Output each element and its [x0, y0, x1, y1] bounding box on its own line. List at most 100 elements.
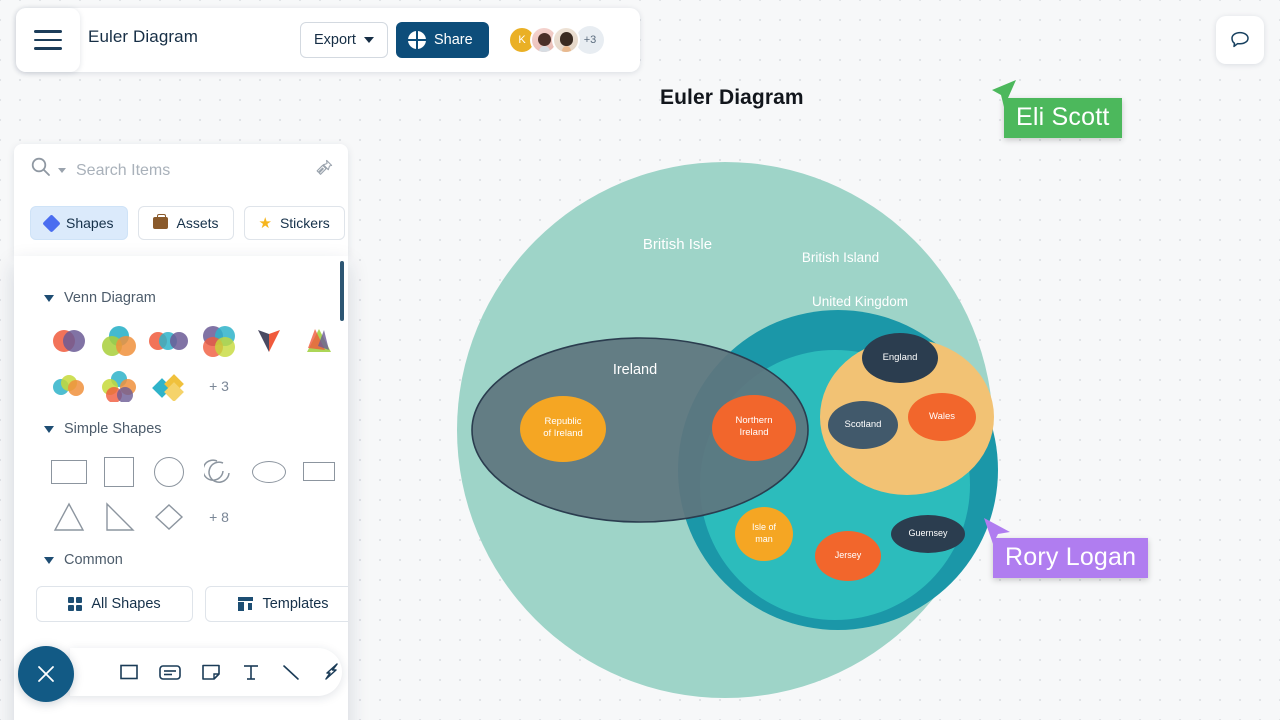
- simple-shapes-more-count[interactable]: + 8: [194, 494, 244, 539]
- search-filter-chevron-icon[interactable]: [58, 167, 66, 173]
- chevron-down-icon: [44, 294, 54, 302]
- shape-rectangle-wide[interactable]: [44, 449, 94, 494]
- cursor-pointer-eli-icon: [992, 80, 1016, 107]
- top-bar: Euler Diagram Export Share K +3: [0, 0, 640, 72]
- venn-shape-item[interactable]: [294, 318, 344, 363]
- line-tool[interactable]: [280, 659, 302, 685]
- venn-more-count[interactable]: + 3: [194, 363, 244, 408]
- all-shapes-label: All Shapes: [91, 596, 161, 612]
- comment-bubble-icon: [1231, 31, 1249, 48]
- section-header-venn-diagram[interactable]: Venn Diagram: [44, 290, 156, 306]
- menu-button[interactable]: [16, 8, 80, 72]
- venn-shape-row: [44, 318, 344, 363]
- dropdown-scrollbar[interactable]: [340, 261, 344, 321]
- close-toolbar-button[interactable]: [18, 646, 74, 702]
- canvas-diagram-title[interactable]: Euler Diagram: [660, 86, 804, 110]
- bottom-toolbar-strip: [70, 648, 342, 696]
- templates-label: Templates: [262, 596, 329, 612]
- collaborator-avatars: K +3: [508, 26, 604, 54]
- euler-diagram-svg: [457, 162, 998, 698]
- bottom-toolbar: [18, 646, 342, 702]
- item-scotland: [828, 401, 898, 449]
- hamburger-icon: [34, 30, 62, 50]
- chevron-down-icon: [44, 425, 54, 433]
- tab-stickers[interactable]: ★ Stickers: [243, 206, 345, 240]
- document-title[interactable]: Euler Diagram: [88, 27, 198, 47]
- card-icon: [159, 665, 181, 680]
- item-jersey: [815, 531, 881, 581]
- share-button[interactable]: Share: [396, 22, 489, 58]
- venn-shape-item[interactable]: [194, 318, 244, 363]
- tab-shapes[interactable]: Shapes: [30, 206, 129, 240]
- venn-shape-item[interactable]: [244, 318, 294, 363]
- globe-icon: [408, 31, 426, 49]
- tab-stickers-label: Stickers: [279, 215, 330, 231]
- shape-circle[interactable]: [144, 449, 194, 494]
- item-wales: [908, 393, 976, 441]
- shape-arc-loop[interactable]: [194, 449, 244, 494]
- item-england: [862, 333, 938, 383]
- simple-shape-row: + 8: [44, 494, 244, 539]
- grid-dots-icon: [68, 597, 83, 611]
- venn-shape-item[interactable]: [144, 363, 194, 408]
- share-button-label: Share: [434, 32, 473, 48]
- venn-shape-item[interactable]: [144, 318, 194, 363]
- simple-shape-row: [44, 449, 344, 494]
- card-tool[interactable]: [158, 659, 182, 685]
- text-icon: [244, 665, 258, 680]
- tab-assets[interactable]: Assets: [138, 206, 234, 240]
- text-tool[interactable]: [240, 659, 262, 685]
- section-title: Venn Diagram: [64, 290, 156, 306]
- avatar[interactable]: [552, 26, 580, 54]
- cursor-pointer-rory-icon: [984, 518, 1010, 544]
- search-input[interactable]: Search Items: [76, 162, 170, 180]
- sticky-note-icon: [202, 664, 220, 680]
- venn-shape-item[interactable]: [94, 318, 144, 363]
- note-tool[interactable]: [200, 659, 222, 685]
- item-guernsey: [891, 515, 965, 553]
- pin-icon[interactable]: [314, 158, 334, 178]
- shape-triangle[interactable]: [44, 494, 94, 539]
- euler-diagram[interactable]: British Isle British Island United Kingd…: [455, 140, 1035, 710]
- shape-square[interactable]: [94, 449, 144, 494]
- venn-shape-row: + 3: [44, 363, 244, 408]
- venn-shape-item[interactable]: [94, 363, 144, 408]
- pen-icon: [325, 663, 338, 680]
- section-title: Simple Shapes: [64, 421, 162, 437]
- chevron-down-icon: [363, 37, 374, 43]
- templates-button[interactable]: Templates: [205, 586, 348, 622]
- venn-shape-item[interactable]: [44, 363, 94, 408]
- all-shapes-button[interactable]: All Shapes: [36, 586, 193, 622]
- layout-icon: [238, 597, 254, 611]
- shape-right-triangle[interactable]: [94, 494, 144, 539]
- diamond-icon: [42, 213, 61, 233]
- pen-tool[interactable]: [320, 659, 342, 685]
- venn-shape-item[interactable]: [44, 318, 94, 363]
- section-title: Common: [64, 552, 123, 568]
- close-icon: [38, 666, 54, 682]
- export-button-label: Export: [314, 32, 356, 48]
- briefcase-icon: [153, 214, 169, 229]
- shape-diamond[interactable]: [144, 494, 194, 539]
- search-icon-group[interactable]: [30, 156, 66, 178]
- shape-rectangle-small[interactable]: [294, 449, 344, 494]
- panel-tabs: Shapes Assets ★ Stickers: [30, 206, 345, 240]
- cursor-label-rory-logan[interactable]: Rory Logan: [993, 538, 1149, 578]
- chevron-down-icon: [44, 556, 54, 564]
- comments-button[interactable]: [1216, 16, 1264, 64]
- shape-ellipse[interactable]: [244, 449, 294, 494]
- export-button[interactable]: Export: [300, 22, 388, 58]
- tab-shapes-label: Shapes: [66, 215, 114, 231]
- rectangle-icon: [120, 664, 138, 680]
- avatar-overflow-count[interactable]: +3: [576, 26, 604, 54]
- item-isle-of-man: [735, 507, 793, 561]
- section-header-common[interactable]: Common: [44, 552, 123, 568]
- panel-action-buttons: All Shapes Templates: [36, 586, 348, 622]
- panel-search-card: Search Items Shapes Assets ★ Stickers: [14, 144, 348, 256]
- rectangle-tool[interactable]: [118, 659, 140, 685]
- section-header-simple-shapes[interactable]: Simple Shapes: [44, 421, 162, 437]
- item-northern-ireland: [712, 395, 796, 461]
- tab-assets-label: Assets: [176, 215, 219, 231]
- search-icon: [31, 157, 50, 176]
- line-icon: [283, 665, 299, 680]
